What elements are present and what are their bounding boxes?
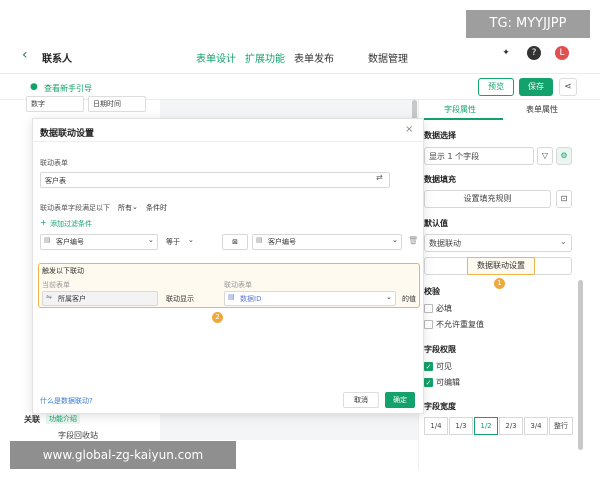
tab-field-props[interactable]: 字段属性 [444, 104, 476, 115]
tab-data-management[interactable]: 数据管理 [368, 50, 408, 65]
value-suffix: 的值 [402, 295, 416, 303]
width-3-4[interactable]: 3/4 [524, 417, 548, 435]
field-number[interactable]: 数字 [26, 96, 84, 112]
plus-icon: + [40, 218, 47, 227]
chevron-down-icon: ⌄ [392, 236, 398, 244]
tab-form-design[interactable]: 表单设计 [196, 50, 236, 65]
field-icon: ▤ [44, 236, 51, 244]
linked-form-select[interactable]: 客户表 [40, 172, 390, 188]
panel-scrollbar[interactable] [578, 280, 583, 450]
width-1-3[interactable]: 1/3 [449, 417, 473, 435]
tab-extensions[interactable]: 扩展功能 [245, 50, 285, 65]
width-label: 字段宽度 [424, 402, 456, 411]
data-select-field[interactable]: 显示 1 个字段 [424, 147, 534, 165]
default-value-select[interactable]: 数据联动 [424, 234, 572, 252]
linked-form-col-label: 联动表单 [224, 281, 252, 289]
condition-text: 联动表单字段满足以下 [40, 204, 110, 212]
filter-icon[interactable]: ▽ [537, 147, 553, 165]
condition-suffix: 条件时 [146, 204, 167, 212]
data-select-label: 数据选择 [424, 131, 456, 140]
guide-link[interactable]: 查看新手引导 [44, 83, 92, 94]
trash-icon[interactable]: 🗑 [408, 236, 418, 245]
trigger-title: 触发以下联动 [42, 267, 84, 275]
condition-mode-select[interactable]: 所有 [118, 203, 132, 213]
help-link[interactable]: 什么是数据联动? [40, 396, 93, 406]
field-datetime[interactable]: 日期时间 [88, 96, 146, 112]
width-1-4[interactable]: 1/4 [424, 417, 448, 435]
chevron-down-icon: ⌄ [560, 237, 567, 246]
linked-form-label: 联动表单 [40, 159, 68, 167]
visible-checkbox[interactable]: ✓ [424, 362, 433, 371]
watermark-bottom: www.global-zg-kaiyun.com [10, 441, 236, 469]
current-field-value: 所属客户 [58, 295, 86, 303]
watermark-top: TG: MYYJJPP [466, 10, 590, 38]
preview-button[interactable]: 预览 [478, 78, 514, 96]
help-icon[interactable]: ? [527, 46, 541, 60]
chevron-down-icon: ⌄ [188, 236, 194, 244]
bell-icon[interactable]: ✦ [499, 46, 513, 60]
settings-icon[interactable]: ⚙ [556, 147, 572, 165]
link-icon: ⇋ [46, 293, 52, 301]
unique-checkbox[interactable] [424, 320, 433, 329]
dialog-title: 数据联动设置 [40, 129, 95, 139]
required-label: 必填 [436, 304, 452, 313]
tab-publish[interactable]: 表单发布 [294, 50, 334, 65]
visible-label: 可见 [436, 362, 452, 371]
filter-right-value: 客户编号 [268, 238, 296, 246]
fill-rule-button[interactable]: 设置填充规则 [424, 190, 551, 208]
width-1-2[interactable]: 1/2 [474, 417, 498, 435]
form-icon: ⇄ [376, 173, 383, 182]
back-icon[interactable]: ‹ [22, 47, 28, 63]
editable-checkbox[interactable]: ✓ [424, 378, 433, 387]
linkage-settings-button[interactable]: 数据联动设置 [467, 257, 535, 275]
value-type-select[interactable]: ⊠ [222, 234, 248, 250]
editable-label: 可编辑 [436, 378, 460, 387]
chevron-down-icon: ⌄ [132, 203, 138, 211]
current-form-label: 当前表单 [42, 281, 70, 289]
permission-label: 字段权限 [424, 345, 456, 354]
share-icon[interactable]: ⋖ [559, 78, 577, 96]
cancel-button[interactable]: 取消 [343, 392, 379, 408]
field-icon: ▤ [256, 236, 263, 244]
close-icon[interactable]: × [405, 124, 413, 135]
validate-label: 校验 [424, 287, 440, 296]
id-icon: ▤ [228, 293, 235, 301]
filter-operator[interactable]: 等于 [166, 237, 180, 247]
add-filter-link[interactable]: 添加过滤条件 [50, 219, 92, 229]
section-relation: 关联 [24, 415, 40, 424]
width-full[interactable]: 整行 [549, 417, 573, 435]
chevron-down-icon: ⌄ [386, 293, 392, 301]
step-badge-1: 1 [494, 278, 505, 289]
confirm-button[interactable]: 确定 [385, 392, 415, 408]
display-text: 联动显示 [166, 295, 194, 303]
feature-intro-tag[interactable]: 功能介绍 [46, 414, 80, 424]
form-title: 联系人 [42, 54, 72, 65]
data-fill-label: 数据填充 [424, 175, 456, 184]
width-2-3[interactable]: 2/3 [499, 417, 523, 435]
recycle-bin[interactable]: 字段回收站 [58, 430, 98, 441]
pin-icon: ● [30, 82, 38, 92]
unique-label: 不允许重复值 [436, 320, 484, 329]
save-button[interactable]: 保存 [519, 78, 553, 96]
linked-field-value: 数据ID [240, 295, 262, 303]
avatar[interactable]: L [555, 46, 569, 60]
default-value-label: 默认值 [424, 219, 448, 228]
required-checkbox[interactable] [424, 304, 433, 313]
delete-icon[interactable]: ⊡ [556, 190, 572, 208]
tab-form-props[interactable]: 表单属性 [526, 104, 558, 115]
filter-left-value: 客户编号 [56, 238, 84, 246]
step-badge-2: 2 [212, 312, 223, 323]
divider [32, 141, 424, 142]
chevron-down-icon: ⌄ [148, 236, 154, 244]
